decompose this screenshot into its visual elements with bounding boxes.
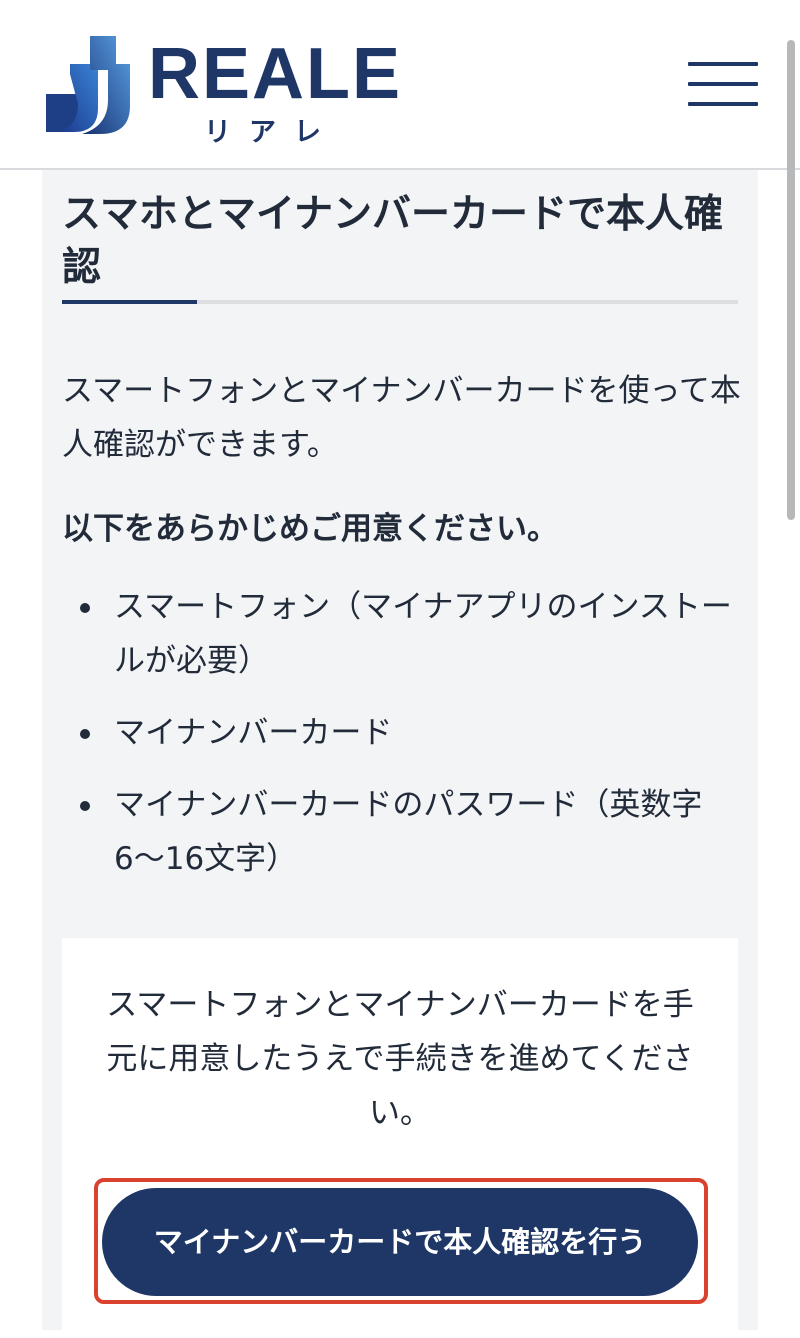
requirement-text: マイナンバーカード xyxy=(114,715,393,751)
requirements-list: スマートフォン（マイナアプリのインストールが必要） マイナンバーカード マイナン… xyxy=(62,580,742,904)
requirement-text: スマートフォン（マイナアプリのインストールが必要） xyxy=(114,589,732,679)
main-content: スマホとマイナンバーカードで本人確認 スマートフォンとマイナンバーカードを使って… xyxy=(42,170,758,1338)
list-item: スマートフォン（マイナアプリのインストールが必要） xyxy=(62,580,742,688)
menu-bar-middle xyxy=(688,82,758,86)
requirement-text: マイナンバーカードのパスワード（英数字6〜16文字） xyxy=(114,787,703,877)
logo-subtext: リアレ xyxy=(204,117,339,148)
title-divider-accent xyxy=(62,300,197,304)
card-instruction-text: スマートフォンとマイナンバーカードを手元に用意したうえで手続きを進めてください。 xyxy=(106,987,694,1131)
title-divider xyxy=(62,300,738,304)
bullet-icon xyxy=(80,603,90,613)
page-scrollbar[interactable] xyxy=(787,40,795,520)
menu-bar-bottom xyxy=(688,102,758,106)
bullet-icon xyxy=(80,801,90,811)
menu-bar-top xyxy=(688,62,758,66)
list-item: マイナンバーカードのパスワード（英数字6〜16文字） xyxy=(62,778,742,886)
logo-wordmark: REALE xyxy=(148,34,403,114)
page-title: スマホとマイナンバーカードで本人確認 xyxy=(62,192,724,290)
site-header: REALE リアレ xyxy=(0,0,800,170)
bullet-icon xyxy=(80,729,90,739)
reale-logo[interactable]: REALE リアレ xyxy=(44,34,404,148)
intro-text: スマートフォンとマイナンバーカードを使って本人確認ができます。 xyxy=(62,373,741,463)
list-item: マイナンバーカード xyxy=(62,706,742,760)
reale-logo-icon xyxy=(46,36,130,134)
hamburger-menu-icon[interactable] xyxy=(686,60,760,110)
preparation-heading: 以下をあらかじめご用意ください。 xyxy=(62,511,558,547)
action-card: スマートフォンとマイナンバーカードを手元に用意したうえで手続きを進めてください。… xyxy=(62,938,738,1338)
verify-with-mynumber-button[interactable]: マイナンバーカードで本人確認を行う xyxy=(102,1188,698,1296)
